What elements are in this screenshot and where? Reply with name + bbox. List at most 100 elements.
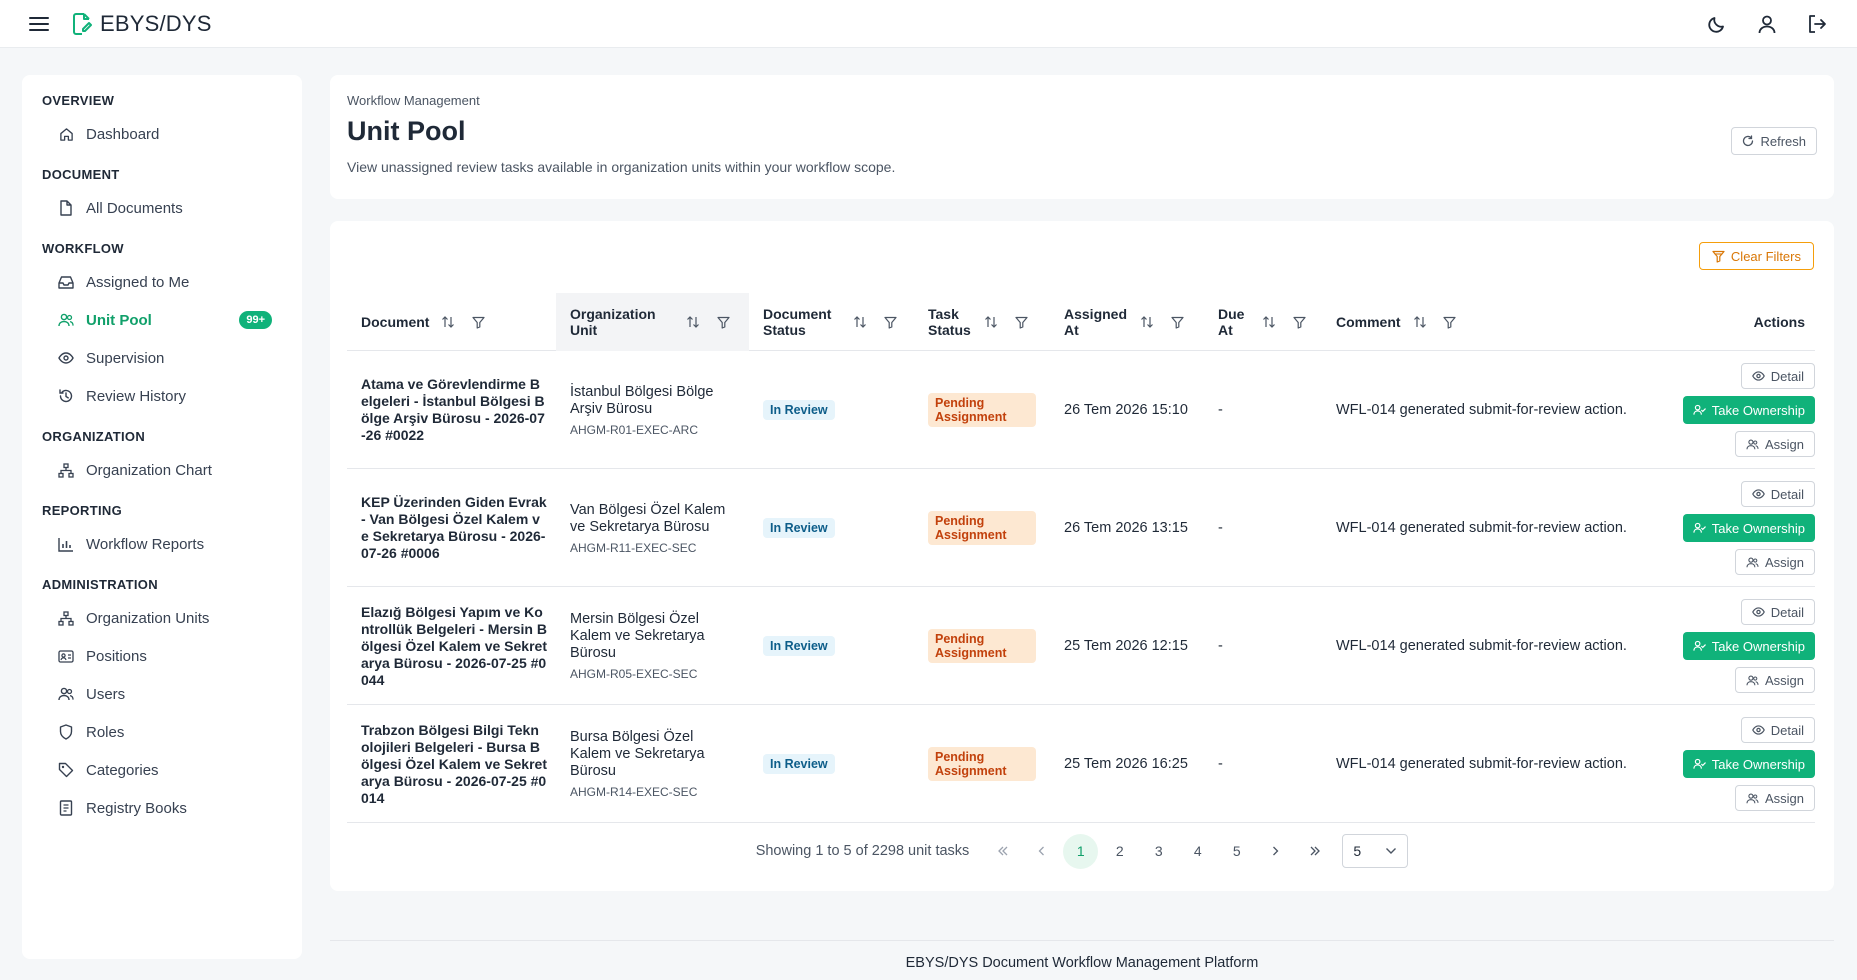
page-size-select[interactable]: 5 xyxy=(1342,834,1409,868)
breadcrumb[interactable]: Workflow Management xyxy=(347,93,1817,108)
sidebar-item-unit-pool[interactable]: Unit Pool 99+ xyxy=(42,301,282,339)
top-bar: EBYS/DYS xyxy=(0,0,1857,48)
comment: WFL-014 generated submit-for-review acti… xyxy=(1336,756,1627,772)
sitemap-icon xyxy=(58,462,74,478)
assign-button[interactable]: Assign xyxy=(1734,667,1815,693)
history-icon xyxy=(58,388,74,404)
sort-icon[interactable] xyxy=(982,313,1000,331)
filter-icon[interactable] xyxy=(1441,313,1459,331)
assign-button[interactable]: Assign xyxy=(1734,785,1815,811)
sidebar-item-label: Roles xyxy=(86,723,125,741)
document-status-badge: In Review xyxy=(763,518,835,538)
filter-icon[interactable] xyxy=(1290,313,1308,331)
column-header-due-at[interactable]: Due At xyxy=(1204,293,1322,351)
page-size-value: 5 xyxy=(1353,843,1362,859)
users-icon xyxy=(1746,675,1759,686)
first-page-icon[interactable] xyxy=(985,834,1020,869)
filter-icon[interactable] xyxy=(469,313,487,331)
sidebar-item-categories[interactable]: Categories xyxy=(42,751,282,789)
take-ownership-button[interactable]: Take Ownership xyxy=(1682,750,1815,778)
footer-text: EBYS/DYS Document Workflow Management Pl… xyxy=(905,955,1259,971)
detail-button[interactable]: Detail xyxy=(1740,481,1815,507)
sidebar-item-roles[interactable]: Roles xyxy=(42,713,282,751)
user-check-icon xyxy=(1693,640,1706,652)
detail-button[interactable]: Detail xyxy=(1740,599,1815,625)
clear-filters-button[interactable]: Clear Filters xyxy=(1698,242,1814,270)
column-header-task-status[interactable]: Task Status xyxy=(914,293,1050,351)
detail-button[interactable]: Detail xyxy=(1740,717,1815,743)
sidebar-item-label: Positions xyxy=(86,647,147,665)
take-ownership-button[interactable]: Take Ownership xyxy=(1682,514,1815,542)
sidebar-item-users[interactable]: Users xyxy=(42,675,282,713)
detail-button[interactable]: Detail xyxy=(1740,363,1815,389)
assign-button[interactable]: Assign xyxy=(1734,431,1815,457)
org-unit-name: Bursa Bölgesi Özel Kalem ve Sekretarya B… xyxy=(570,729,705,779)
refresh-button[interactable]: Refresh xyxy=(1731,127,1817,155)
sidebar-item-review-history[interactable]: Review History xyxy=(42,377,282,415)
sitemap-icon xyxy=(58,610,74,626)
column-header-document[interactable]: Document xyxy=(347,293,556,351)
page-button-3[interactable]: 3 xyxy=(1141,834,1176,869)
take-ownership-button[interactable]: Take Ownership xyxy=(1682,632,1815,660)
footer-divider xyxy=(330,940,1834,941)
home-icon xyxy=(58,126,74,142)
sidebar-item-registry-books[interactable]: Registry Books xyxy=(42,789,282,827)
file-icon xyxy=(58,200,74,216)
brand[interactable]: EBYS/DYS xyxy=(72,11,212,37)
sidebar-item-label: Workflow Reports xyxy=(86,535,205,553)
column-header-organization-unit[interactable]: Organization Unit xyxy=(556,293,749,351)
id-card-icon xyxy=(58,648,74,664)
take-ownership-button[interactable]: Take Ownership xyxy=(1682,396,1815,424)
org-unit-code: AHGM-R14-EXEC-SEC xyxy=(570,785,698,799)
column-header-assigned-at[interactable]: Assigned At xyxy=(1050,293,1204,351)
users-icon xyxy=(58,686,74,702)
document-title[interactable]: Elazığ Bölgesi Yapım ve Kontrollük Belge… xyxy=(361,604,547,689)
sidebar-item-organization-units[interactable]: Organization Units xyxy=(42,599,282,637)
user-check-icon xyxy=(1693,404,1706,416)
sidebar-item-organization-chart[interactable]: Organization Chart xyxy=(42,451,282,489)
page-button-4[interactable]: 4 xyxy=(1180,834,1215,869)
sort-icon[interactable] xyxy=(851,313,869,331)
document-title[interactable]: Trabzon Bölgesi Bilgi Teknolojileri Belg… xyxy=(361,722,547,807)
sidebar-item-label: Assigned to Me xyxy=(86,273,190,291)
document-title[interactable]: KEP Üzerinden Giden Evrak - Van Bölgesi … xyxy=(361,494,547,562)
document-title[interactable]: Atama ve Görevlendirme Belgeleri - İstan… xyxy=(361,376,547,444)
filter-icon[interactable] xyxy=(1012,313,1030,331)
assign-button[interactable]: Assign xyxy=(1734,549,1815,575)
org-unit-name: Van Bölgesi Özel Kalem ve Sekretarya Bür… xyxy=(570,501,726,535)
comment: WFL-014 generated submit-for-review acti… xyxy=(1336,520,1627,536)
page-button-1[interactable]: 1 xyxy=(1063,833,1099,869)
nav-section-overview: OVERVIEW xyxy=(42,93,115,108)
sidebar-item-assigned-to-me[interactable]: Assigned to Me xyxy=(42,263,282,301)
moon-icon[interactable] xyxy=(1705,12,1729,36)
sidebar-item-workflow-reports[interactable]: Workflow Reports xyxy=(42,525,282,563)
sort-icon[interactable] xyxy=(1260,313,1278,331)
sort-icon[interactable] xyxy=(439,313,457,331)
page-button-2[interactable]: 2 xyxy=(1102,834,1137,869)
next-page-icon[interactable] xyxy=(1258,834,1293,869)
logout-icon[interactable] xyxy=(1805,12,1829,36)
nav-section-workflow: WORKFLOW xyxy=(42,241,124,256)
user-icon[interactable] xyxy=(1755,12,1779,36)
sidebar-item-positions[interactable]: Positions xyxy=(42,637,282,675)
last-page-icon[interactable] xyxy=(1297,834,1332,869)
sidebar-item-label: Dashboard xyxy=(86,125,160,143)
sidebar-item-supervision[interactable]: Supervision xyxy=(42,339,282,377)
page-button-5[interactable]: 5 xyxy=(1219,834,1254,869)
column-header-comment[interactable]: Comment xyxy=(1322,293,1642,351)
filter-icon[interactable] xyxy=(714,313,732,331)
column-header-document-status[interactable]: Document Status xyxy=(749,293,914,351)
document-status-badge: In Review xyxy=(763,636,835,656)
sidebar-item-all-documents[interactable]: All Documents xyxy=(42,189,282,227)
eye-icon xyxy=(58,350,74,366)
filter-clear-icon xyxy=(1712,250,1725,263)
filter-icon[interactable] xyxy=(1168,313,1186,331)
filter-icon[interactable] xyxy=(881,313,899,331)
sort-icon[interactable] xyxy=(1138,313,1156,331)
table-row: Elazığ Bölgesi Yapım ve Kontrollük Belge… xyxy=(347,587,1815,705)
sidebar-item-dashboard[interactable]: Dashboard xyxy=(42,115,282,153)
sort-icon[interactable] xyxy=(684,313,702,331)
prev-page-icon[interactable] xyxy=(1024,834,1059,869)
sort-icon[interactable] xyxy=(1411,313,1429,331)
menu-icon[interactable] xyxy=(28,13,50,35)
